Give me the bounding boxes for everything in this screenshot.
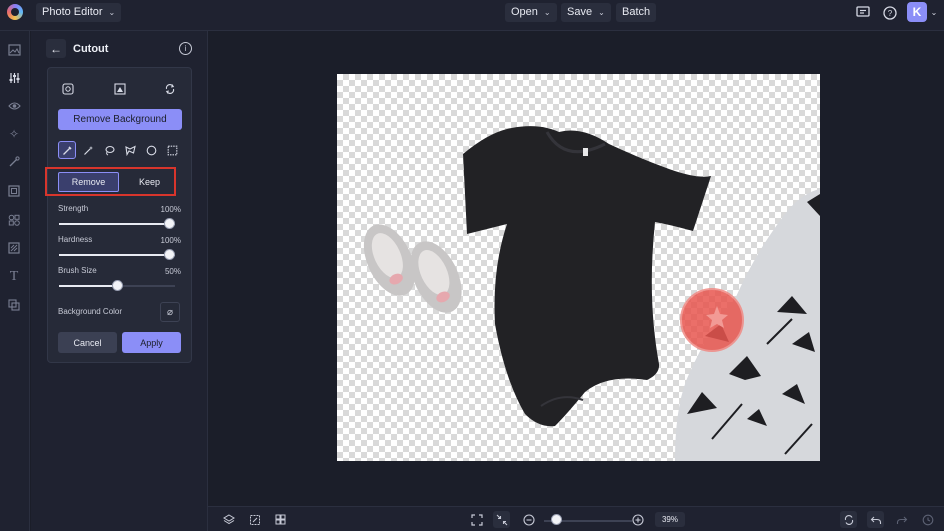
app-logo[interactable]	[7, 4, 23, 20]
info-icon[interactable]: i	[179, 42, 192, 55]
save-label: Save	[567, 6, 593, 18]
svg-text:?: ?	[888, 9, 893, 18]
background-color-label: Background Color	[58, 307, 123, 316]
arrow-left-icon: ←	[50, 41, 62, 56]
brush-tool-icon[interactable]	[58, 141, 76, 159]
cancel-button[interactable]: Cancel	[58, 332, 117, 353]
open-label: Open	[511, 6, 538, 18]
hardness-value: 100%	[160, 236, 181, 245]
canvas-area[interactable]	[208, 31, 944, 506]
comment-icon[interactable]	[853, 3, 873, 22]
strength-label: Strength	[58, 204, 89, 213]
strength-slider[interactable]	[59, 218, 175, 229]
panel-title: Cutout	[73, 43, 109, 55]
brush-size-label: Brush Size	[58, 266, 97, 275]
undo-icon[interactable]	[867, 511, 884, 528]
chevron-down-icon[interactable]: ⌄	[927, 3, 941, 22]
instagram-cutout-icon[interactable]	[59, 80, 77, 98]
app-menu-dropdown[interactable]: Photo Editor ⌄	[36, 3, 122, 22]
grid-icon[interactable]	[272, 511, 289, 528]
strength-slider-fill	[59, 223, 175, 225]
history-icon[interactable]	[919, 511, 936, 528]
batch-label: Batch	[622, 6, 651, 18]
keep-mode-button[interactable]: Keep	[120, 172, 179, 192]
actual-size-icon[interactable]	[493, 511, 510, 528]
no-color-icon: ⌀	[166, 306, 174, 318]
cutout-controls-card: Remove Background Remove Keep Strength 1…	[45, 67, 192, 363]
texture-icon[interactable]	[5, 239, 23, 257]
lasso-icon[interactable]	[100, 141, 118, 159]
sliders-icon[interactable]	[5, 69, 23, 87]
text-icon[interactable]: T	[5, 268, 23, 286]
chevron-down-icon: ⌄	[108, 8, 116, 17]
brush-size-value: 50%	[164, 267, 181, 276]
brush-size-slider[interactable]	[59, 280, 175, 291]
back-button[interactable]: ←	[46, 39, 66, 58]
user-avatar[interactable]: K	[907, 2, 927, 22]
batch-button[interactable]: Batch	[616, 3, 657, 22]
reset-icon[interactable]	[161, 80, 179, 98]
app-menu-label: Photo Editor	[42, 6, 103, 18]
apply-button[interactable]: Apply	[122, 332, 181, 353]
brush-icon[interactable]	[5, 153, 23, 171]
strength-slider-thumb[interactable]	[164, 218, 175, 229]
hardness-slider[interactable]	[59, 249, 175, 260]
brush-size-slider-thumb[interactable]	[111, 280, 123, 291]
strength-value: 100%	[160, 205, 181, 214]
layers-icon[interactable]	[220, 511, 237, 528]
zoom-slider-thumb[interactable]	[551, 514, 562, 525]
cutout-photo	[363, 126, 820, 461]
sparkle-icon[interactable]: ✧	[5, 125, 23, 143]
chevron-down-icon: ⌄	[543, 8, 551, 17]
zoom-in-icon[interactable]	[629, 511, 646, 528]
cutout-panel: ← Cutout i Remove Background Remove Keep…	[31, 31, 208, 531]
hardness-slider-thumb[interactable]	[164, 249, 175, 260]
crop-fit-icon[interactable]	[246, 511, 263, 528]
flip-compare-icon[interactable]	[840, 511, 857, 528]
open-button[interactable]: Open ⌄	[505, 3, 557, 22]
help-icon[interactable]: ?	[880, 3, 900, 22]
hardness-slider-fill	[59, 254, 175, 256]
brush-size-slider-fill	[59, 285, 117, 287]
tool-rail: ✧ T	[0, 31, 30, 531]
shapes-icon[interactable]	[5, 211, 23, 229]
photo-canvas[interactable]	[337, 74, 820, 461]
frame-icon[interactable]	[5, 182, 23, 200]
bottom-bar: 39%	[208, 506, 944, 531]
background-color-swatch[interactable]: ⌀	[160, 302, 180, 322]
magic-wand-icon[interactable]	[79, 141, 97, 159]
zoom-out-icon[interactable]	[520, 511, 537, 528]
ellipse-select-icon[interactable]	[142, 141, 160, 159]
hardness-label: Hardness	[58, 235, 93, 244]
remove-mode-button[interactable]: Remove	[58, 172, 119, 192]
zoom-percentage[interactable]: 39%	[655, 512, 685, 527]
rectangle-select-icon[interactable]	[163, 141, 181, 159]
chevron-down-icon: ⌄	[598, 8, 605, 17]
auto-cutout-icon[interactable]	[111, 80, 129, 98]
polygon-lasso-icon[interactable]	[121, 141, 139, 159]
redo-icon[interactable]	[893, 511, 910, 528]
remove-background-button[interactable]: Remove Background	[58, 109, 182, 130]
fit-screen-icon[interactable]	[468, 511, 485, 528]
top-bar: Photo Editor ⌄ Open ⌄ Save ⌄ Batch ? K ⌄	[0, 0, 944, 31]
eye-icon[interactable]	[5, 97, 23, 115]
save-button[interactable]: Save ⌄	[561, 3, 611, 22]
image-icon[interactable]	[5, 41, 23, 59]
overlay-icon[interactable]	[5, 296, 23, 314]
